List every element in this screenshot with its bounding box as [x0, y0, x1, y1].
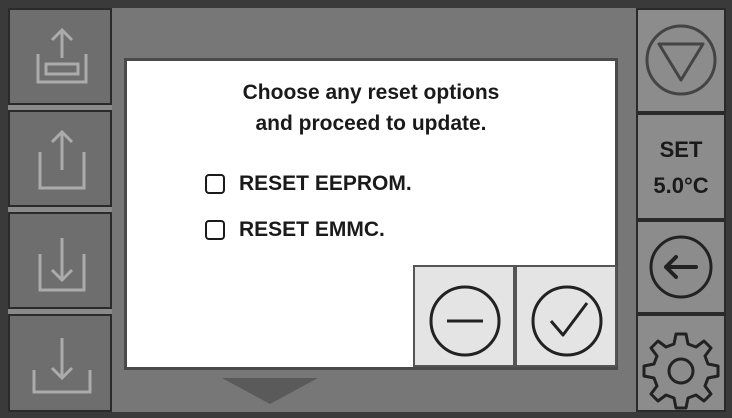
right-toolbar: SET 5.0°C — [636, 8, 728, 412]
tray-upload-icon — [36, 27, 88, 84]
back-button[interactable] — [636, 220, 726, 314]
tray-download-icon — [32, 338, 92, 394]
dialog-message-line-1: Choose any reset options — [242, 81, 500, 104]
gear-icon — [642, 332, 720, 410]
set-label: SET — [659, 137, 703, 162]
box-upload-icon — [38, 129, 86, 190]
settings-button[interactable] — [636, 314, 726, 412]
check-circle-icon — [531, 285, 603, 357]
arrow-left-circle-icon — [649, 235, 713, 299]
tray-download-button[interactable] — [8, 314, 112, 412]
reset-emmc-checkbox[interactable] — [205, 220, 225, 240]
tray-upload-button[interactable] — [8, 8, 112, 105]
reset-eeprom-option[interactable]: RESET EEPROM. — [205, 169, 412, 199]
triangle-down-button[interactable] — [636, 8, 726, 113]
box-upload-button[interactable] — [8, 110, 112, 207]
set-value: 5.0°C — [653, 173, 709, 198]
confirm-button[interactable] — [515, 265, 617, 367]
dialog-message: Choose any reset options and proceed to … — [127, 77, 615, 139]
reset-eeprom-label: RESET EEPROM. — [239, 172, 412, 195]
reset-emmc-option[interactable]: RESET EMMC. — [205, 215, 385, 245]
dialog-message-line-2: and proceed to update. — [255, 112, 487, 135]
down-arrow-icon — [222, 378, 318, 404]
setpoint-display[interactable]: SET 5.0°C — [636, 113, 726, 220]
box-download-icon — [38, 238, 86, 292]
minus-circle-icon — [429, 285, 501, 357]
left-toolbar — [8, 8, 112, 412]
cancel-button[interactable] — [413, 265, 515, 367]
reset-options-dialog: Choose any reset options and proceed to … — [124, 58, 618, 370]
reset-eeprom-checkbox[interactable] — [205, 174, 225, 194]
triangle-down-circle-icon — [645, 24, 717, 96]
screen: SET 5.0°C Choose any reset options and p… — [0, 0, 732, 418]
reset-emmc-label: RESET EMMC. — [239, 218, 385, 241]
box-download-button[interactable] — [8, 212, 112, 309]
